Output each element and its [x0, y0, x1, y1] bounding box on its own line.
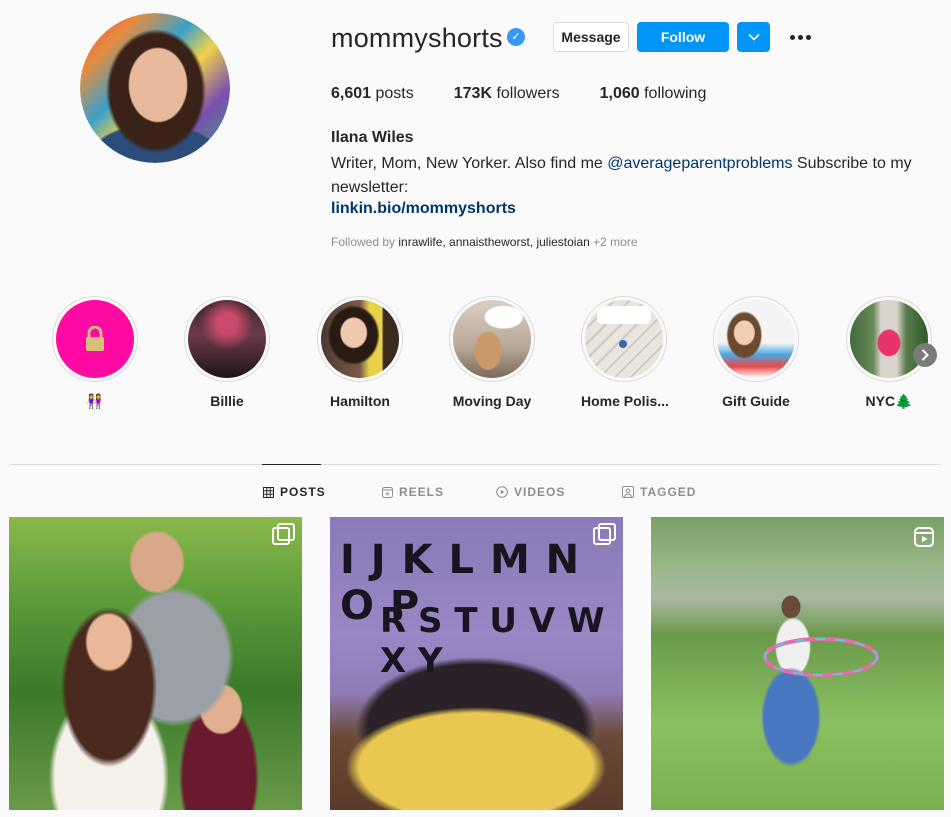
posts-label: posts	[375, 85, 414, 102]
highlight-label: Gift Guide	[722, 393, 790, 409]
followed-by-more: +2 more	[589, 235, 638, 249]
highlight-cover	[52, 296, 138, 382]
profile-username: mommyshorts	[331, 23, 503, 53]
more-options-icon	[789, 34, 795, 40]
carousel-icon	[593, 523, 616, 545]
followers-stat[interactable]: 173K followers	[454, 85, 560, 103]
profile-bio: Writer, Mom, New Yorker. Also find me @a…	[331, 152, 931, 200]
more-options-button[interactable]	[786, 24, 814, 50]
highlight-cover	[846, 296, 932, 382]
highlight-text-sticker	[597, 306, 651, 324]
chevron-down-icon	[747, 33, 760, 41]
highlight-label: NYC🌲	[865, 393, 913, 409]
tabs-divider	[10, 464, 941, 465]
tab-reels[interactable]: REELS	[382, 485, 444, 499]
post-thumbnail[interactable]: I J K L M N O P R S T U V W X Y	[330, 517, 623, 810]
highlight-label: Billie	[210, 393, 244, 409]
highlight-item[interactable]: 👭	[52, 296, 138, 410]
carousel-icon	[272, 523, 295, 545]
highlight-cover	[581, 296, 667, 382]
highlights-next-button[interactable]	[913, 343, 937, 367]
profile-stats: 6,601 posts 173K followers 1,060 followi…	[331, 85, 746, 103]
more-options-dot	[797, 34, 803, 40]
tab-label: POSTS	[280, 485, 326, 499]
post-thumbnail[interactable]	[9, 517, 302, 810]
tab-label: TAGGED	[640, 485, 697, 499]
following-stat[interactable]: 1,060 following	[600, 85, 707, 103]
followed-by-names: inrawlife, annaistheworst, juliestoian	[398, 235, 590, 249]
suggested-accounts-dropdown[interactable]	[737, 22, 770, 52]
tagged-icon	[622, 486, 634, 498]
highlight-cover	[449, 296, 535, 382]
highlight-image	[321, 300, 399, 378]
highlight-image	[188, 300, 266, 378]
highlight-cover	[713, 296, 799, 382]
highlight-label: Home Polis...	[581, 393, 669, 409]
highlight-item[interactable]: Billie	[184, 296, 270, 409]
verified-badge-icon: ✓	[507, 28, 525, 46]
highlight-label: Moving Day	[452, 393, 532, 409]
reel-icon	[914, 527, 934, 547]
avatar-image	[80, 13, 230, 163]
highlight-sticker	[619, 340, 627, 348]
message-button[interactable]: Message	[553, 22, 629, 52]
posts-stat: 6,601 posts	[331, 85, 414, 103]
tab-label: VIDEOS	[514, 485, 566, 499]
highlight-label: Hamilton	[330, 393, 390, 409]
highlight-image	[585, 300, 663, 378]
bio-text: Writer, Mom, New Yorker. Also find me	[331, 155, 608, 172]
tab-posts[interactable]: POSTS	[263, 485, 326, 499]
posts-count: 6,601	[331, 85, 372, 102]
highlight-image	[717, 300, 795, 378]
lock-icon	[86, 326, 104, 351]
grid-icon	[263, 486, 274, 498]
highlight-image	[453, 300, 531, 378]
highlight-cover	[317, 296, 403, 382]
profile-avatar[interactable]	[80, 13, 230, 163]
profile-website-link[interactable]: linkin.bio/mommyshorts	[331, 200, 516, 218]
post-thumbnail[interactable]	[651, 517, 944, 810]
active-tab-indicator	[262, 464, 321, 465]
following-label: following	[644, 85, 707, 102]
tab-tagged[interactable]: TAGGED	[622, 485, 696, 499]
reels-icon	[382, 486, 393, 498]
highlight-image	[56, 300, 134, 378]
followers-count: 173K	[453, 85, 492, 102]
followed-by[interactable]: Followed by inrawlife, annaistheworst, j…	[331, 235, 638, 249]
highlight-item[interactable]: Home Polis...	[581, 296, 669, 409]
hula-hoop	[763, 637, 879, 677]
highlight-label: 👭	[86, 393, 104, 409]
highlight-item[interactable]: Moving Day	[449, 296, 535, 409]
highlight-cover	[184, 296, 270, 382]
followers-label: followers	[496, 85, 560, 102]
tab-videos[interactable]: VIDEOS	[496, 485, 565, 499]
post-overlay-text: R S T U V W X Y	[380, 601, 605, 681]
more-options-dot	[805, 34, 811, 40]
highlight-image	[850, 300, 928, 378]
highlight-item[interactable]: Hamilton	[317, 296, 403, 409]
follow-button[interactable]: Follow	[637, 22, 729, 52]
profile-full-name: Ilana Wiles	[331, 129, 414, 146]
followed-by-prefix: Followed by	[331, 235, 399, 249]
highlight-item[interactable]: Gift Guide	[713, 296, 799, 409]
bio-mention-link[interactable]: @averageparentproblems	[607, 155, 792, 172]
video-icon	[496, 486, 508, 498]
tab-label: REELS	[399, 485, 445, 499]
chevron-right-icon	[921, 349, 929, 361]
following-count: 1,060	[599, 85, 640, 102]
